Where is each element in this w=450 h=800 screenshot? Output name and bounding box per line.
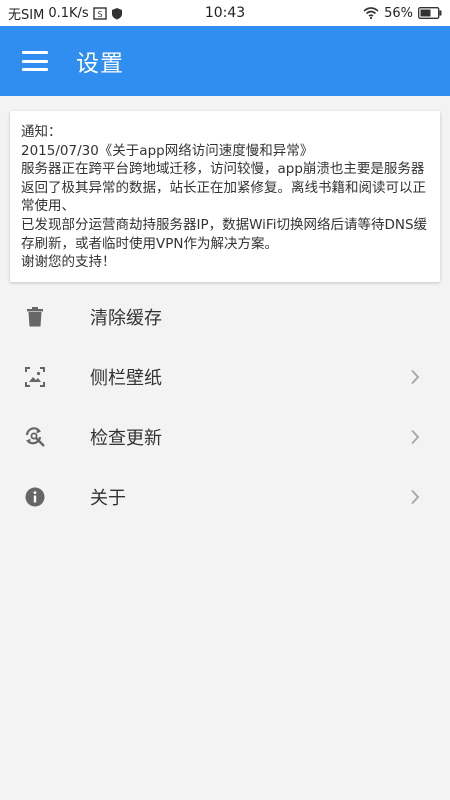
shield-icon bbox=[111, 7, 123, 20]
check-update-item[interactable]: 检查更新 bbox=[0, 407, 450, 467]
chevron-right-icon bbox=[410, 429, 420, 445]
battery-icon bbox=[418, 7, 442, 19]
wifi-icon bbox=[363, 7, 379, 19]
notice-line: 2015/07/30《关于app网络访问速度慢和异常》 bbox=[21, 142, 314, 159]
refresh-search-icon bbox=[24, 426, 46, 448]
network-speed: 0.1K/s bbox=[48, 5, 89, 21]
menu-item-label: 检查更新 bbox=[90, 427, 162, 449]
about-item[interactable]: 关于 bbox=[0, 467, 450, 527]
battery-percent: 56% bbox=[384, 5, 413, 21]
settings-list: 清除缓存 侧栏壁纸 检查更新 关于 bbox=[0, 287, 450, 527]
status-bar: 无SIM 0.1K/s S 10:43 56% bbox=[0, 0, 450, 26]
svg-text:S: S bbox=[97, 10, 102, 19]
notice-line: 谢谢您的支持！ bbox=[21, 254, 116, 271]
wallpaper-icon bbox=[24, 366, 46, 388]
trash-icon bbox=[24, 306, 46, 328]
sidebar-wallpaper-item[interactable]: 侧栏壁纸 bbox=[0, 347, 450, 407]
notice-card: 通知： 2015/07/30《关于app网络访问速度慢和异常》 服务器正在跨平台… bbox=[10, 111, 440, 282]
menu-item-label: 侧栏壁纸 bbox=[90, 367, 162, 389]
notice-line: 已发现部分运营商劫持服务器IP，数据WiFi切换网络后请等待DNS缓存刷新，或者… bbox=[21, 216, 428, 252]
hamburger-menu-icon[interactable] bbox=[22, 51, 48, 71]
carrier-label: 无SIM bbox=[8, 7, 45, 23]
chevron-right-icon bbox=[410, 489, 420, 505]
menu-item-label: 关于 bbox=[90, 487, 126, 509]
notice-line: 服务器正在跨平台跨地域迁移，访问较慢，app崩溃也主要是服务器返回了极其异常的数… bbox=[21, 161, 426, 215]
page-title: 设置 bbox=[76, 51, 124, 77]
app-bar: 设置 bbox=[0, 26, 450, 96]
info-icon bbox=[24, 486, 46, 508]
clear-cache-item[interactable]: 清除缓存 bbox=[0, 287, 450, 347]
chevron-right-icon bbox=[410, 369, 420, 385]
menu-item-label: 清除缓存 bbox=[90, 307, 162, 329]
notification-box-icon: S bbox=[92, 6, 107, 20]
notice-line: 通知： bbox=[21, 124, 62, 140]
